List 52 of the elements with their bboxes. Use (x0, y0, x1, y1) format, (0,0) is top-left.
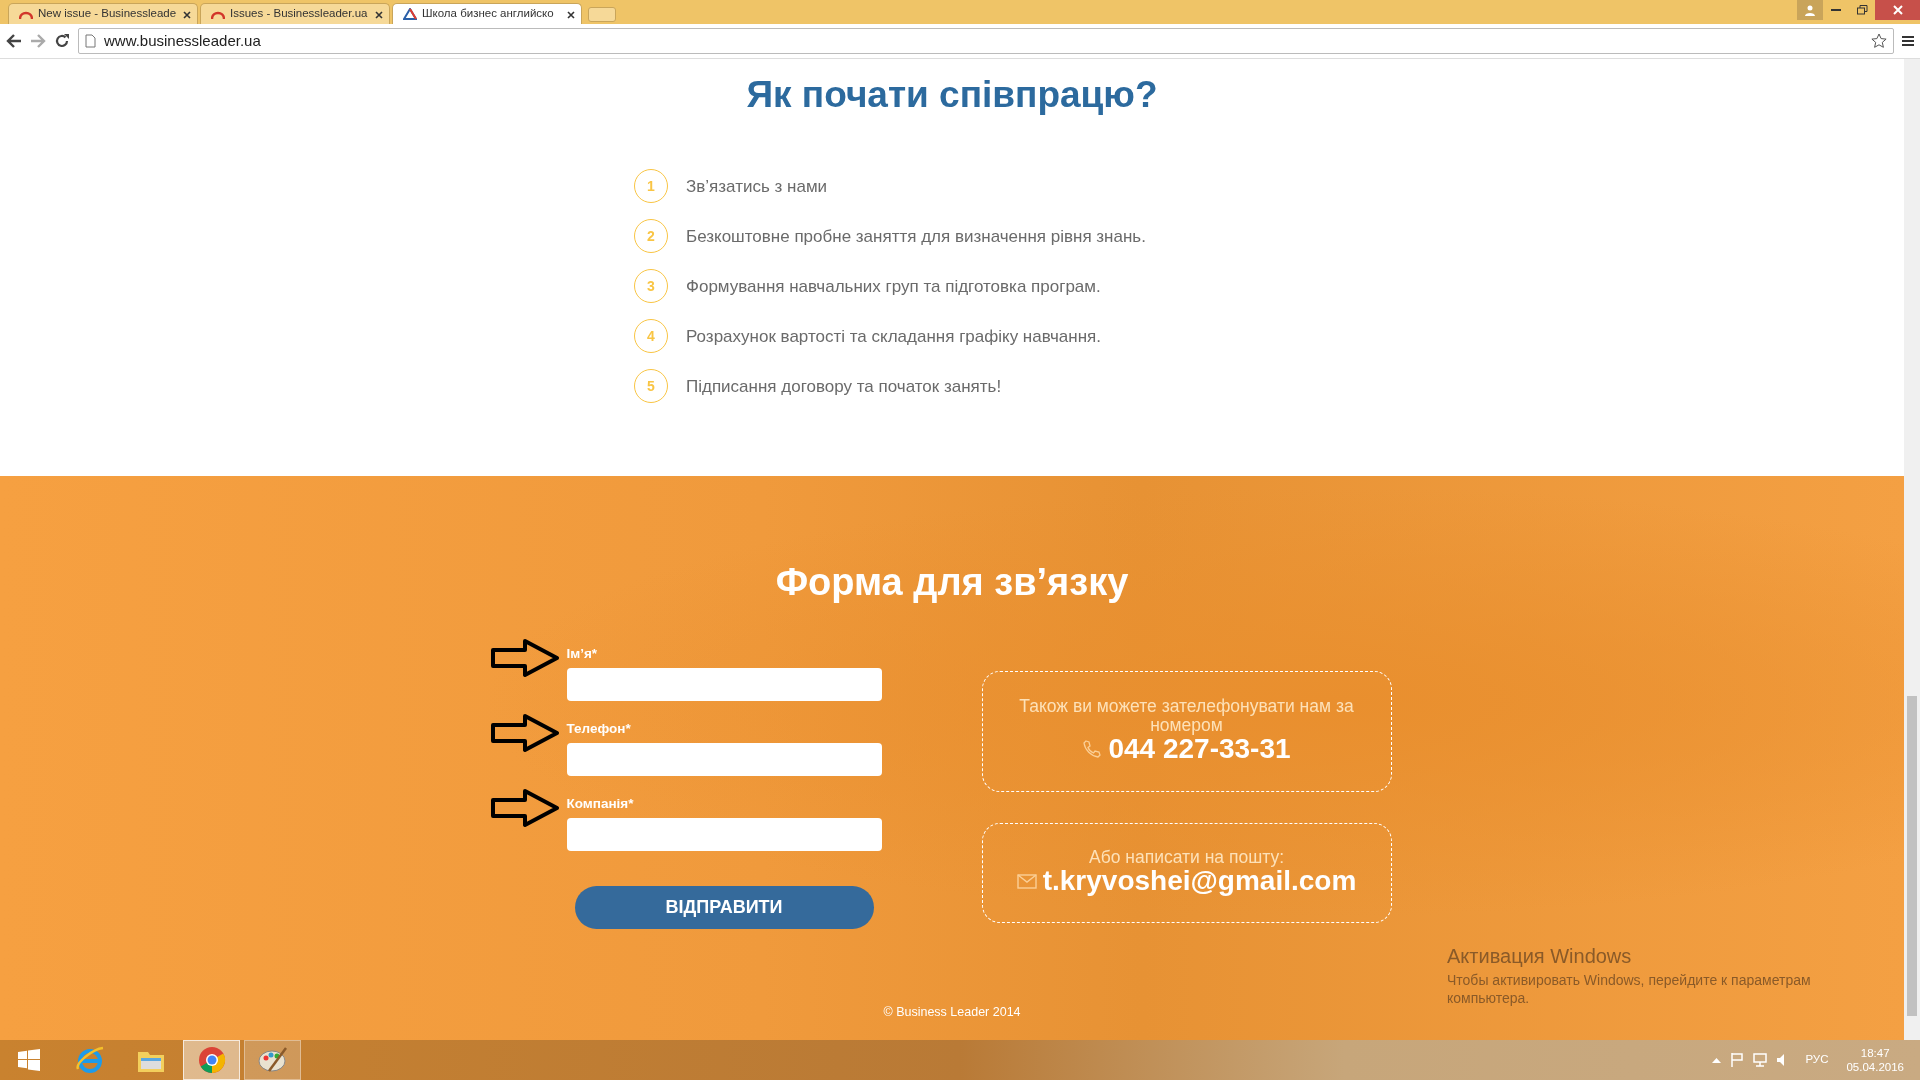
palette-icon (256, 1045, 289, 1075)
step-text: Безкоштовне пробне заняття для визначення рівня знань. (686, 225, 1146, 248)
phone-icon (1082, 739, 1103, 760)
arrow-annotation-icon (489, 637, 560, 678)
menu-icon[interactable] (1902, 35, 1914, 47)
flag-icon[interactable] (1731, 1053, 1744, 1067)
reload-icon[interactable] (54, 33, 70, 49)
arrow-annotation-icon (489, 712, 560, 753)
step-text: Зв’язатись з нами (686, 175, 828, 198)
taskbar-button[interactable] (183, 1040, 240, 1080)
new-tab-button[interactable] (588, 7, 616, 22)
scrollbar[interactable] (1904, 59, 1920, 1040)
windows-logo-icon (17, 1049, 40, 1071)
submit-button[interactable]: ВІДПРАВИТИ (574, 886, 874, 930)
browser-tab[interactable]: Школа бизнес английско (392, 3, 582, 24)
activation-text: Чтобы активировать Windows, перейдите к параметрам компьютера. (1447, 971, 1812, 1008)
page-icon (85, 34, 96, 48)
step-text: Підписання договору та початок занять! (686, 375, 1002, 398)
back-icon[interactable] (6, 34, 22, 48)
close-icon[interactable] (375, 11, 383, 20)
text-input-field[interactable] (566, 818, 882, 852)
field-label: Ім’я* (566, 644, 599, 663)
section-title: Як почати співпрацю? (745, 73, 1159, 117)
copyright-text: © Business Leader 2014 (883, 1004, 1021, 1022)
email-note: Або написати на пошту: (1089, 848, 1284, 867)
phone-note: Також ви можете зателефонувати нам за номером (1018, 697, 1355, 735)
arrow-annotation-icon (489, 788, 560, 829)
address-field[interactable]: www.businessleader.ua (78, 28, 1894, 54)
close-icon[interactable] (567, 11, 575, 20)
envelope-icon (1016, 874, 1037, 890)
network-icon[interactable] (1753, 1053, 1768, 1067)
logo-icon (403, 8, 417, 20)
section-title: Форма для зв’язку (775, 560, 1129, 605)
email-address: t.kryvoshei@gmail.com (1042, 866, 1357, 898)
forward-icon[interactable] (30, 34, 46, 48)
step-text: Формування навчальних груп та підготовка програм. (686, 275, 1101, 298)
ie-icon (74, 1045, 105, 1075)
star-icon[interactable] (1871, 33, 1887, 49)
close-icon[interactable] (183, 11, 191, 20)
field-label: Компанія* (566, 795, 635, 814)
phone-number: 044 227-33-31 (1108, 734, 1291, 765)
chrome-icon (196, 1045, 227, 1075)
field-label: Телефон* (566, 719, 632, 738)
text-input-field[interactable] (566, 667, 882, 701)
step-text: Розрахунок вартості та складання графіку навчання. (686, 325, 1101, 348)
caret-icon[interactable] (1712, 1057, 1722, 1063)
browser-tab[interactable]: Issues - Businessleader.ua (200, 3, 390, 24)
activation-title: Активация Windows (1447, 944, 1633, 969)
url-text: www.businessleader.ua (104, 30, 261, 51)
browser-tab[interactable]: New issue - Businessleade (8, 3, 198, 24)
text-input-field[interactable] (566, 743, 882, 777)
taskbar-button[interactable] (244, 1040, 301, 1080)
